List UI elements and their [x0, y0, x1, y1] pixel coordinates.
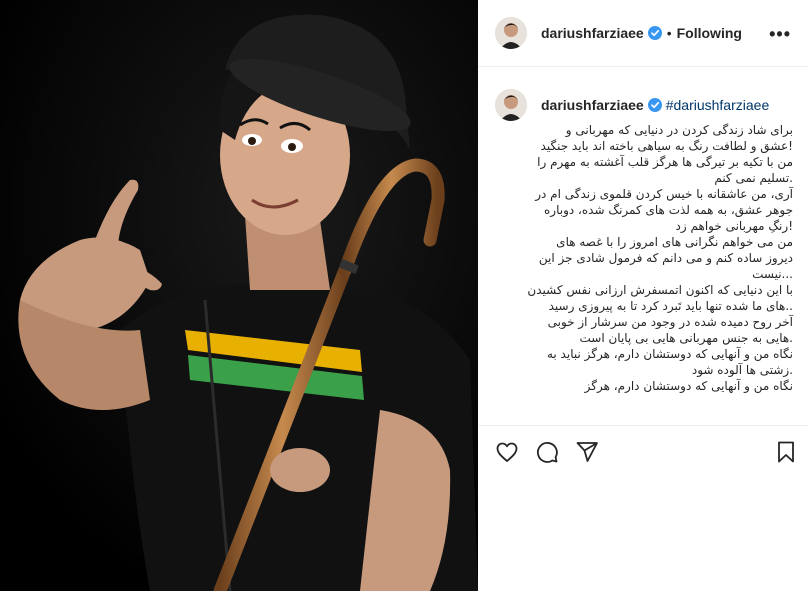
caption-username-link[interactable]: dariushfarziaee: [541, 97, 644, 113]
photo-illustration: [0, 0, 478, 591]
caption-line: من می خواهم نگرانی های امروز را با غصه ه…: [556, 235, 793, 249]
caption-line: .زشتی ها آلوده شود: [691, 363, 793, 377]
caption-line: آخر روح دمیده شده در وجود من سرشار از خو…: [547, 315, 793, 329]
caption-line: ...نیست: [752, 267, 793, 281]
share-button[interactable]: [575, 440, 603, 468]
caption-line: دیروز ساده کنم و می دانم که فرمول شادی ج…: [538, 251, 793, 265]
hashtag-link[interactable]: #dariushfarziaee: [666, 97, 770, 113]
post-details-panel: dariushfarziaee • Following ••• dariushf…: [478, 0, 809, 591]
share-icon: [576, 442, 598, 462]
avatar-image: [495, 89, 527, 121]
action-bar: [478, 425, 809, 482]
save-button[interactable]: [774, 440, 802, 468]
caption-avatar[interactable]: [495, 89, 527, 121]
more-options-button[interactable]: •••: [769, 24, 791, 45]
avatar-image: [495, 17, 527, 49]
following-button[interactable]: Following: [677, 25, 742, 41]
caption-line: .تسلیم نمی کنم: [714, 171, 793, 185]
bookmark-icon: [778, 441, 794, 463]
caption-line: !عشق و لطافت رنگ به سیاهی باخته اند باید…: [540, 139, 793, 153]
avatar[interactable]: [495, 17, 527, 49]
comment-icon: [536, 442, 558, 463]
username-link[interactable]: dariushfarziaee: [541, 25, 644, 41]
caption-line: برای شاد زندگی کردن در دنیایی که مهربانی…: [565, 123, 793, 137]
caption-line: نگاه من و آنهایی که دوستشان دارم، هرگز ن…: [546, 347, 793, 361]
caption-line: ..های ما شده تنها باید تَبرد کرد تا به پ…: [548, 299, 793, 313]
caption-line: با این دنیایی که اکنون اتمسفرش ارزانی نف…: [527, 283, 793, 297]
like-button[interactable]: [495, 440, 523, 468]
caption-text: برای شاد زندگی کردن در دنیایی که مهربانی…: [518, 122, 793, 394]
post-header: dariushfarziaee • Following •••: [478, 0, 809, 67]
comment-button[interactable]: [535, 440, 563, 468]
caption-header: dariushfarziaee #dariushfarziaee: [495, 89, 769, 121]
comments-section[interactable]: dariushfarziaee #dariushfarziaee برای شا…: [478, 67, 809, 425]
caption-line: .هایی به جنس مهربانی هایی بی پایان است: [579, 331, 793, 345]
heart-icon: [496, 442, 518, 462]
verified-badge-icon: [647, 26, 662, 40]
post-photo[interactable]: [0, 0, 478, 591]
caption-line: آری، من عاشقانه با خیس کردن قلموی زندگی …: [535, 187, 793, 201]
separator-dot: •: [666, 25, 672, 41]
verified-badge-icon: [647, 98, 662, 112]
caption-line: جوهر عشق، به همه لذت های کمرنگ شده، دوبا…: [543, 203, 793, 217]
caption-line: !رنگِ مهربانی خواهم زد: [675, 219, 793, 233]
caption-line: من با تکیه بر تیرگی ها هرگز قلب آغشته به…: [537, 155, 793, 169]
caption-line: نگاه من و آنهایی که دوستشان دارم، هرگز: [584, 379, 793, 393]
